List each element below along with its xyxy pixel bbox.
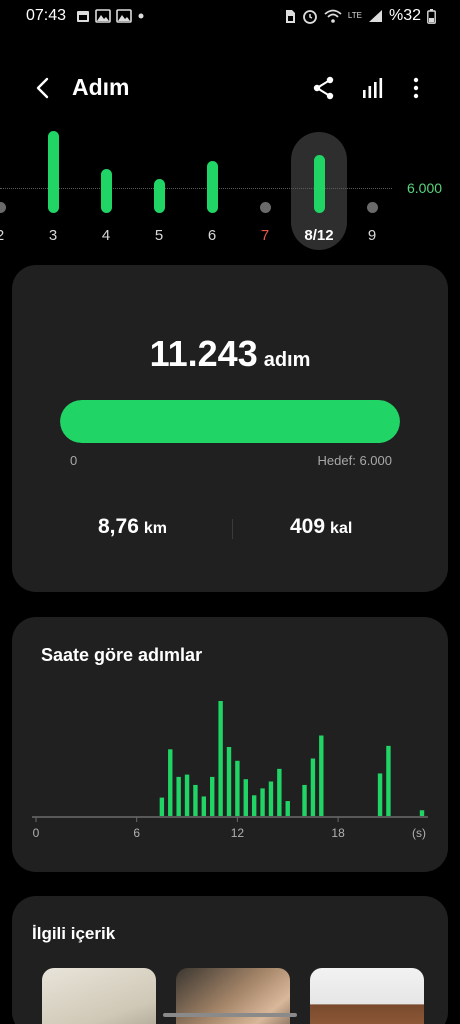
day-dot[interactable] [366,202,378,213]
gallery-icon [116,9,132,23]
calories-value: 409 [290,515,326,538]
steps-summary-card: 11.243 adım 0 Hedef: 6.000 8,76 km 409 kal [12,265,448,592]
day-label[interactable]: 5 [139,227,179,244]
status-time: 07:43 [26,7,67,24]
hourly-steps-card[interactable]: Saate göre adımlar 0 6 12 18 (s) [12,617,448,872]
notification-icons [76,9,145,23]
gallery-icon [95,9,111,23]
hourly-bar [159,797,165,816]
day-label[interactable]: 8/12 [299,227,339,244]
hourly-bar [285,801,290,816]
progress-min-label: 0 [70,453,78,468]
hourly-bar [419,810,425,816]
dot-icon [138,13,144,19]
network-type-label: LTE [347,11,362,20]
day-bar[interactable] [153,179,165,213]
hourly-bar [377,773,383,816]
goal-line [0,188,392,189]
x-tick-label: 12 [231,826,245,840]
day-label[interactable]: 3 [33,227,73,244]
system-icons: LTE %32 [284,7,436,25]
hourly-bar [302,784,307,816]
chart-icon[interactable] [358,74,386,102]
steps-progress-fill [60,400,400,443]
related-title: İlgili içerik [32,924,116,943]
hourly-bar [176,776,181,816]
progress-goal-label: Hedef: 6.000 [317,453,392,468]
hourly-bar [386,745,391,816]
related-content-card: İlgili içerik [12,896,448,1024]
day-bar[interactable] [47,130,59,213]
app-bar: Adım [0,60,460,116]
distance-value: 8,76 [98,515,139,538]
status-bar: 07:43 LTE %32 [0,0,460,34]
hourly-bar [268,781,274,816]
x-tick-label: 18 [331,826,345,840]
hourly-bar [235,760,240,816]
x-axis-unit-label: (s) [412,826,426,840]
steps-unit: adım [263,349,311,371]
more-vertical-icon[interactable] [402,74,430,102]
day-label[interactable]: 2 [0,227,20,244]
back-arrow-icon[interactable] [30,74,58,102]
page-title: Adım [72,74,130,100]
home-indicator[interactable] [163,1013,297,1017]
hourly-bar [319,735,324,816]
steps-progress-bar [60,400,400,443]
related-thumbnail[interactable] [310,968,424,1024]
distance-unit: km [143,520,167,537]
battery-percent: %32 [388,7,421,24]
hourly-bar [243,779,248,816]
hourly-bar [218,701,223,816]
day-bar[interactable] [206,161,218,213]
battery-icon [427,8,436,24]
calories-stat: 409 kal [290,515,352,539]
hourly-bar [310,758,316,816]
day-bar[interactable] [313,154,325,213]
stat-divider [232,519,233,539]
hourly-bar [168,749,173,816]
wifi-icon [324,9,342,23]
hourly-bar [193,784,198,816]
share-icon[interactable] [310,74,338,102]
day-label[interactable]: 4 [86,227,126,244]
related-thumbnail[interactable] [42,968,156,1024]
hourly-bar [184,774,190,816]
day-bar[interactable] [100,169,112,213]
hourly-steps-chart: 0 6 12 18 (s) [32,701,428,840]
goal-label: 6.000 [407,180,443,196]
sim-icon [285,9,295,23]
week-step-strip[interactable]: 6.000 234567 8/12 9 [0,120,460,255]
hourly-bar [260,788,265,816]
hourly-bar [210,776,215,816]
day-label[interactable]: 6 [192,227,232,244]
day-dot[interactable] [0,202,6,213]
hourly-bar [226,747,232,816]
day-dot[interactable] [259,202,271,213]
x-tick-label: 6 [133,826,140,840]
calendar-icon [77,11,89,22]
distance-stat: 8,76 km [98,515,167,539]
alarm-icon [302,10,317,24]
day-label[interactable]: 9 [352,227,392,244]
calories-unit: kal [330,520,353,537]
signal-icon [368,10,382,22]
steps-total: 11.243 adım [12,333,448,375]
day-label[interactable]: 7 [245,227,285,244]
steps-value: 11.243 [149,333,258,374]
hourly-bar [251,795,257,816]
hourly-bar [277,768,282,816]
hourly-bar [201,796,207,816]
x-tick-label: 0 [33,826,40,840]
